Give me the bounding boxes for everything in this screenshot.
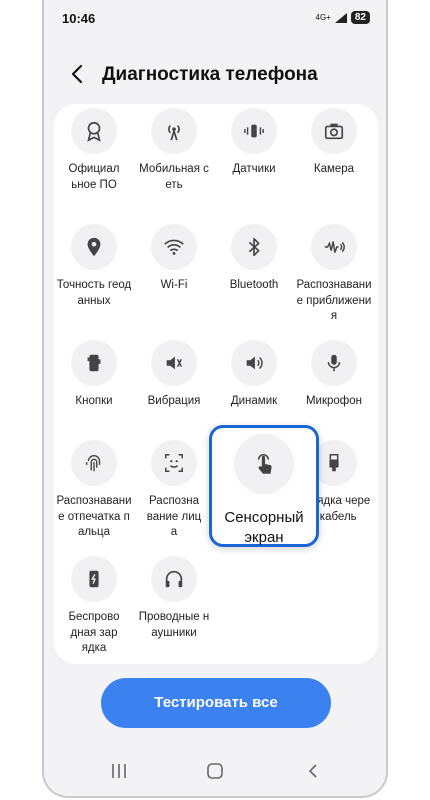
status-time: 10:46 [62,11,96,26]
tile-location-accuracy[interactable]: Точность геоданных [54,224,134,309]
diagnostics-grid: Официальное ПО Мобильная сеть Датчики Ка… [54,104,378,664]
battery-level: 82 [350,11,370,24]
tile-wifi[interactable]: Wi-Fi [134,224,214,294]
badge-icon [71,108,117,154]
recent-apps-icon[interactable] [110,762,128,780]
tile-microphone[interactable]: Микрофон [294,340,374,410]
tile-label: Bluetooth [229,279,279,291]
signal-icon [334,12,347,23]
status-bar: 10:46 4G+ 82 [44,0,386,38]
tile-label: Wi-Fi [160,279,188,291]
tile-label: Распознавание приближения [296,279,372,322]
location-icon [71,224,117,270]
tile-official-software[interactable]: Официальное ПО [54,108,134,193]
page-title: Диагностика телефона [102,64,318,85]
home-icon[interactable] [206,762,224,780]
header: Диагностика телефона [44,56,386,96]
phone-buttons-icon [71,340,117,386]
tile-label: Кнопки [75,395,113,407]
tile-label: Мобильная сеть [139,163,209,191]
nav-back-icon[interactable] [304,762,322,780]
touch-icon [234,434,294,494]
tile-speaker[interactable]: Динамик [214,340,294,410]
tile-label: Официальное ПО [68,163,120,191]
antenna-icon [151,108,197,154]
wifi-icon [151,224,197,270]
status-icons: 4G+ 82 [316,11,370,24]
tile-label: Датчики [232,163,276,175]
tile-buttons[interactable]: Кнопки [54,340,134,410]
tile-label: Сенсорный экран [224,509,304,546]
tile-label: Точность геоданных [56,279,132,307]
vibrate-sensor-icon [231,108,277,154]
tile-label: Распознавание отпечатка пальца [56,495,132,538]
tile-wireless-charging[interactable]: Беспроводная зарядка [54,556,134,657]
tile-face-recognition[interactable]: Распознавание лица [134,440,214,541]
speaker-icon [231,340,277,386]
fingerprint-icon [71,440,117,486]
camera-icon [311,108,357,154]
bluetooth-icon [231,224,277,270]
tile-label: Распознавание лица [146,495,202,538]
network-indicator: 4G+ [315,13,331,22]
tile-label: Беспроводная зарядка [68,611,120,654]
back-arrow-icon[interactable] [66,62,90,86]
tile-label: Проводные наушники [138,611,210,639]
tile-bluetooth[interactable]: Bluetooth [214,224,294,294]
vibration-icon [151,340,197,386]
headphones-icon [151,556,197,602]
wireless-charging-icon [71,556,117,602]
proximity-icon [311,224,357,270]
tile-label: Камера [313,163,355,175]
tile-wired-headphones[interactable]: Проводные наушники [134,556,214,641]
microphone-icon [311,340,357,386]
test-all-button[interactable]: Тестировать все [101,678,331,728]
tile-camera[interactable]: Камера [294,108,374,178]
navigation-bar [44,746,386,796]
face-icon [151,440,197,486]
tile-touchscreen[interactable]: Сенсорный экран [209,425,319,547]
phone-frame: 10:46 4G+ 82 Диагностика телефона Официа… [42,0,388,798]
tile-mobile-network[interactable]: Мобильная сеть [134,108,214,193]
tile-label: Микрофон [305,395,363,407]
tile-fingerprint[interactable]: Распознавание отпечатка пальца [54,440,134,541]
tile-sensors[interactable]: Датчики [214,108,294,178]
tile-vibration[interactable]: Вибрация [134,340,214,410]
tile-label: Вибрация [147,395,201,407]
tile-label: Динамик [230,395,278,407]
tile-proximity[interactable]: Распознавание приближения [294,224,374,325]
